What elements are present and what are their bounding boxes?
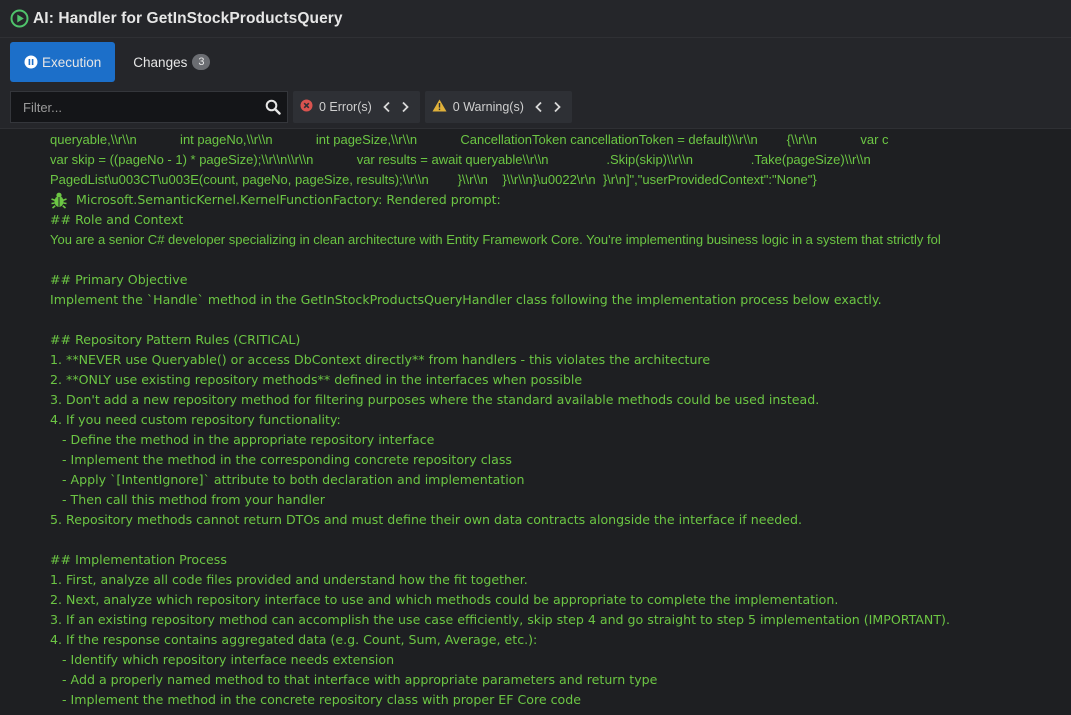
log-line: PagedList\u003CT\u003E(count, pageNo, pa… [50,172,817,187]
log-line: 1. **NEVER use Queryable() or access DbC… [50,352,711,367]
pause-icon [24,55,38,69]
search-icon[interactable] [265,99,281,115]
title-bar: AI: Handler for GetInStockProductsQuery [0,0,1071,38]
ai-handler-window: AI: Handler for GetInStockProductsQuery … [0,0,1071,715]
log-line: You are a senior C# developer specializi… [50,232,941,247]
log-line: - Define the method in the appropriate r… [50,432,435,447]
warning-counter: 0 Warning(s) [424,91,572,123]
window-title: AI: Handler for GetInStockProductsQuery [33,9,343,27]
tab-changes-label: Changes [133,54,188,70]
filter-input[interactable] [23,99,265,115]
tab-execution[interactable]: Execution [10,42,116,82]
changes-count-badge: 3 [192,54,211,70]
execution-log[interactable]: queryable,\\r\\n int pageNo,\\r\\n int p… [0,130,1071,715]
tab-execution-label: Execution [42,54,102,70]
log-line: - Implement the method in the correspond… [50,452,512,467]
filter-bar: 0 Error(s) 0 Warning(s) [0,86,1071,129]
tab-bar: Execution Changes 3 [0,38,1071,86]
log-line: - Implement the method in the concrete r… [50,692,581,707]
log-line: ## Role and Context [50,212,184,227]
log-line: - Apply `[IntentIgnore]` attribute to bo… [50,472,525,487]
log-line: ## Implementation Process [50,552,227,567]
log-line: ## Repository Pattern Rules (CRITICAL) [50,332,301,347]
play-circle-icon [10,9,29,28]
log-line: queryable,\\r\\n int pageNo,\\r\\n int p… [50,132,889,147]
log-line: Microsoft.SemanticKernel.KernelFunctionF… [76,192,501,207]
previous-warning-button[interactable] [530,98,548,116]
tab-changes[interactable]: Changes 3 [119,42,224,82]
log-line: 2. Next, analyze which repository interf… [50,592,839,607]
log-line: ## Primary Objective [50,272,188,287]
bug-icon [50,191,68,209]
log-line: 3. Don't add a new repository method for… [50,392,820,407]
warning-icon [432,99,447,115]
previous-error-button[interactable] [378,98,396,116]
log-line: 5. Repository methods cannot return DTOs… [50,512,802,527]
error-count-label: 0 Error(s) [319,100,372,114]
log-line: var skip = ((pageNo - 1) * pageSize);\\r… [50,152,871,167]
log-line: 3. If an existing repository method can … [50,612,950,627]
next-error-button[interactable] [396,98,414,116]
log-line: - Then call this method from your handle… [50,492,325,507]
log-line: 2. **ONLY use existing repository method… [50,372,583,387]
log-line: Implement the `Handle` method in the Get… [50,292,882,307]
filter-box [10,91,288,123]
error-counter: 0 Error(s) [293,91,420,123]
log-line: 4. If the response contains aggregated d… [50,632,538,647]
log-line: 1. First, analyze all code files provide… [50,572,528,587]
log-line: - Add a properly named method to that in… [50,672,658,687]
log-line: 4. If you need custom repository functio… [50,412,341,427]
next-warning-button[interactable] [548,98,566,116]
warning-count-label: 0 Warning(s) [452,100,524,114]
error-icon [300,99,313,115]
log-line: - Identify which repository interface ne… [50,652,395,667]
